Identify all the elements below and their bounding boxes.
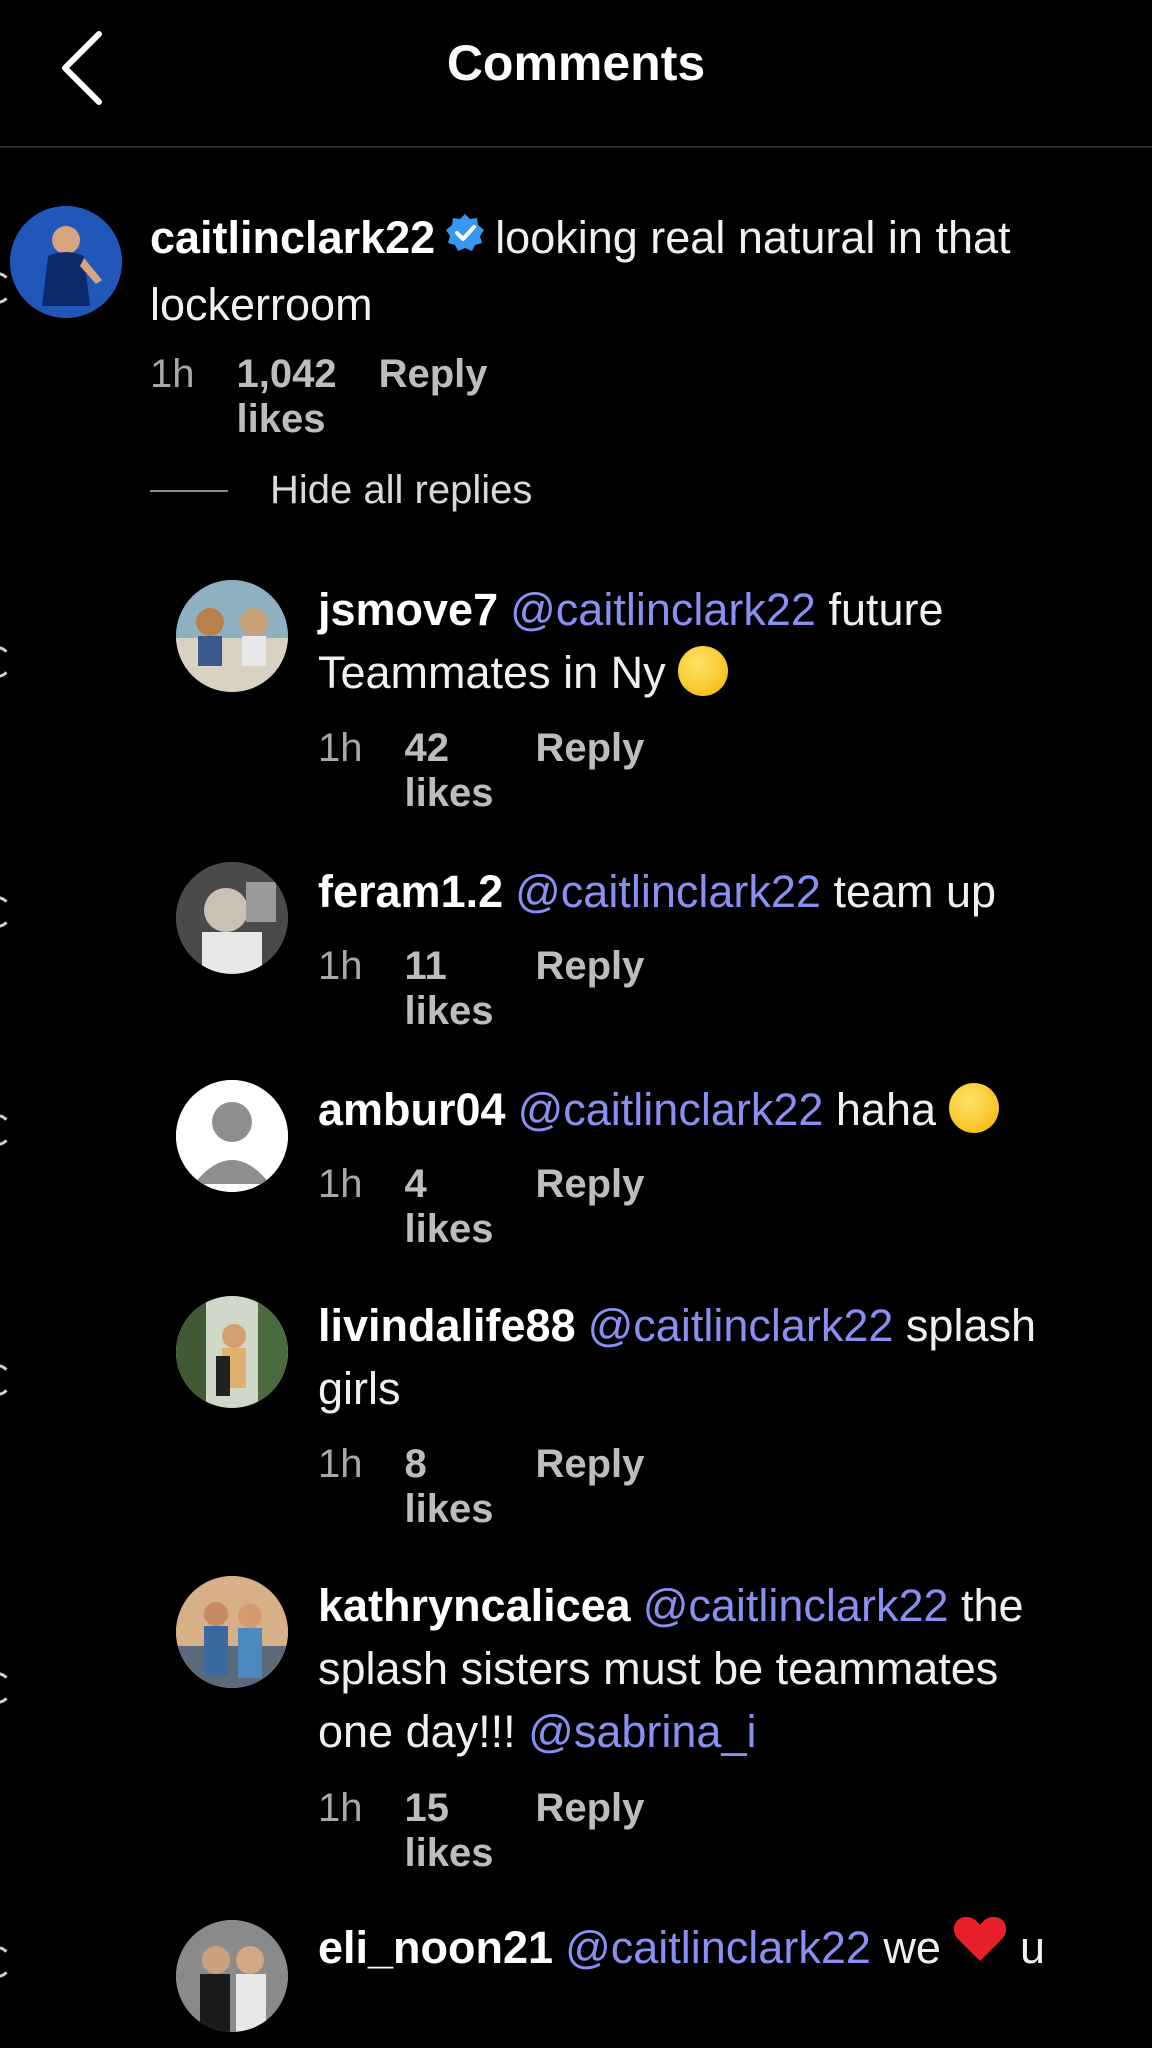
likes-count[interactable]: 11 likes xyxy=(405,944,494,1034)
reply-button[interactable]: Reply xyxy=(535,1442,644,1532)
like-heart-icon[interactable] xyxy=(0,272,12,304)
like-heart-icon[interactable] xyxy=(0,1364,12,1396)
hide-replies-label: Hide all replies xyxy=(270,468,533,512)
likes-count[interactable]: 42 likes xyxy=(405,726,494,816)
like-heart-icon[interactable] xyxy=(0,646,12,678)
comment-username[interactable]: livindalife88 xyxy=(318,1300,576,1351)
comment-username[interactable]: jsmove7 xyxy=(318,584,498,635)
comment-username[interactable]: eli_noon21 xyxy=(318,1922,553,1973)
red-heart-emoji xyxy=(953,1915,1007,1979)
verified-badge-icon xyxy=(445,206,485,269)
likes-count[interactable]: 4 likes xyxy=(405,1162,494,1252)
avatar[interactable] xyxy=(176,1576,288,1688)
avatar[interactable] xyxy=(176,580,288,692)
mention-link[interactable]: @caitlinclark22 xyxy=(565,1922,871,1973)
comment-time: 1h xyxy=(150,352,195,396)
likes-count[interactable]: 1,042 likes xyxy=(237,352,337,442)
avatar[interactable] xyxy=(10,206,122,318)
mention-link[interactable]: @caitlinclark22 xyxy=(643,1580,949,1631)
comment-username[interactable]: caitlinclark22 xyxy=(150,212,435,263)
mention-link[interactable]: @caitlinclark22 xyxy=(510,584,816,635)
mention-link[interactable]: @caitlinclark22 xyxy=(515,866,821,917)
thinking-face-emoji xyxy=(678,646,729,697)
like-heart-icon[interactable] xyxy=(0,1114,12,1146)
mention-link[interactable]: @sabrina_i xyxy=(528,1706,756,1757)
reply-button[interactable]: Reply xyxy=(379,352,488,442)
default-avatar-icon[interactable] xyxy=(176,1080,288,1192)
mention-link[interactable]: @caitlinclark22 xyxy=(518,1084,824,1135)
comment-time: 1h xyxy=(318,1442,363,1486)
rolling-laughing-emoji xyxy=(948,1083,999,1134)
comment-time: 1h xyxy=(318,726,363,770)
divider-line xyxy=(150,489,228,492)
mention-link[interactable]: @caitlinclark22 xyxy=(588,1300,894,1351)
likes-count[interactable]: 15 likes xyxy=(405,1786,494,1876)
like-heart-icon[interactable] xyxy=(0,1946,12,1978)
avatar[interactable] xyxy=(176,1296,288,1408)
avatar[interactable] xyxy=(176,862,288,974)
comment-time: 1h xyxy=(318,1162,363,1206)
like-heart-icon[interactable] xyxy=(0,1672,12,1704)
comment-time: 1h xyxy=(318,944,363,988)
reply-button[interactable]: Reply xyxy=(535,1786,644,1876)
likes-count[interactable]: 8 likes xyxy=(405,1442,494,1532)
comment-text: team up xyxy=(833,866,997,917)
comment-username[interactable]: ambur04 xyxy=(318,1084,506,1135)
reply-button[interactable]: Reply xyxy=(535,1162,644,1252)
comments-header: Comments xyxy=(0,0,1152,148)
avatar[interactable] xyxy=(176,1920,288,2032)
comment-text: haha xyxy=(835,1084,937,1135)
comment-text: we xyxy=(883,1922,941,1973)
comment-time: 1h xyxy=(318,1786,363,1830)
hide-replies-toggle[interactable]: Hide all replies xyxy=(150,468,532,513)
like-heart-icon[interactable] xyxy=(0,896,12,928)
reply-button[interactable]: Reply xyxy=(535,944,644,1034)
comment-text-continued: u xyxy=(1019,1922,1045,1973)
reply-button[interactable]: Reply xyxy=(535,726,644,816)
page-title: Comments xyxy=(446,35,706,91)
comment-username[interactable]: feram1.2 xyxy=(318,866,503,917)
comment-username[interactable]: kathryncalicea xyxy=(318,1580,631,1631)
